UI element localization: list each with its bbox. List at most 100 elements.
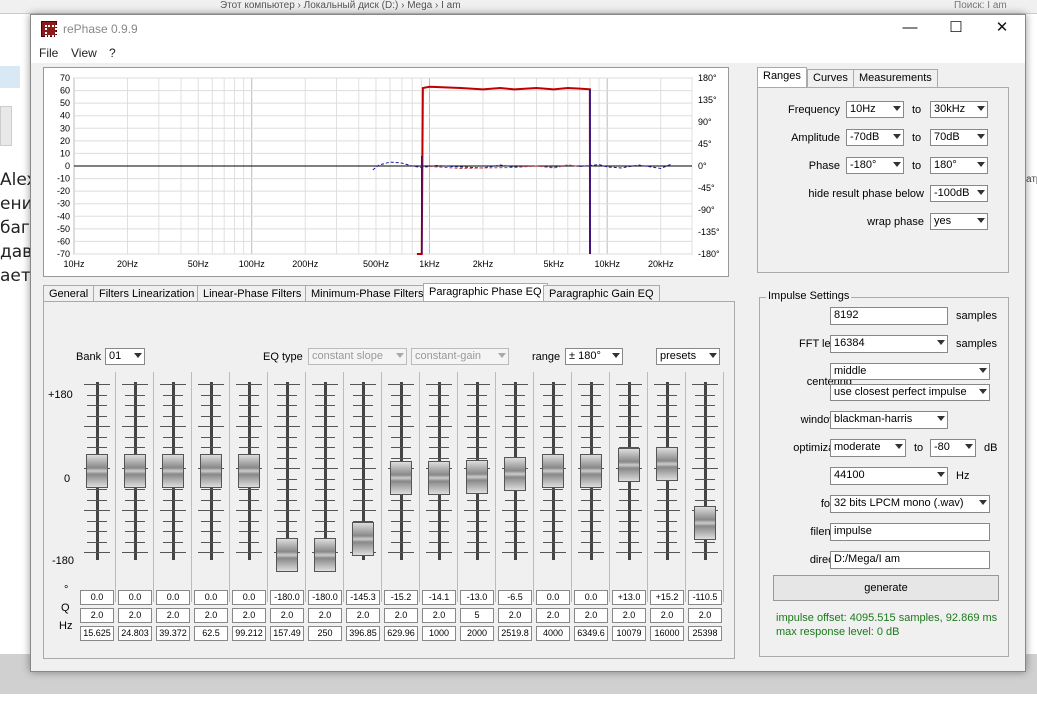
band-frequency-input[interactable]: 10079 [612,626,646,641]
slider-knob[interactable] [542,454,564,488]
tab-ranges[interactable]: Ranges [757,67,807,87]
band-frequency-input[interactable]: 2000 [460,626,494,641]
eq-band-slider[interactable] [154,372,192,602]
band-q-input[interactable]: 2.0 [80,608,114,623]
slider-knob[interactable] [124,454,146,488]
band-phase-input[interactable]: -14.1 [422,590,456,605]
eq-band-slider[interactable] [420,372,458,602]
band-q-input[interactable]: 2.0 [270,608,304,623]
slider-knob[interactable] [238,454,260,488]
optimization-level-select[interactable]: -80 [930,439,976,457]
eq-band-slider[interactable] [458,372,496,602]
band-phase-input[interactable]: -13.0 [460,590,494,605]
band-frequency-input[interactable]: 39.372 [156,626,190,641]
generate-button[interactable]: generate [773,575,999,601]
tab-measurements[interactable]: Measurements [853,69,938,87]
band-frequency-input[interactable]: 1000 [422,626,456,641]
band-q-input[interactable]: 2.0 [650,608,684,623]
eq-band-slider[interactable] [382,372,420,602]
slider-knob[interactable] [314,538,336,572]
slider-knob[interactable] [276,538,298,572]
band-frequency-input[interactable]: 62.5 [194,626,228,641]
band-frequency-input[interactable]: 24.803 [118,626,152,641]
band-frequency-input[interactable]: 15.625 [80,626,114,641]
centering-mode-select[interactable]: use closest perfect impulse [830,384,990,401]
phase-to-select[interactable]: 180° [930,157,988,174]
eq-band-slider[interactable] [78,372,116,602]
eq-band-slider[interactable] [572,372,610,602]
slider-knob[interactable] [200,454,222,488]
band-phase-input[interactable]: 0.0 [536,590,570,605]
band-frequency-input[interactable]: 6349.6 [574,626,608,641]
eq-band-slider[interactable] [192,372,230,602]
maximize-button[interactable]: ☐ [933,15,979,43]
band-frequency-input[interactable]: 2519.8 [498,626,532,641]
slider-knob[interactable] [656,446,678,481]
band-q-input[interactable]: 2.0 [498,608,532,623]
band-q-input[interactable]: 2.0 [536,608,570,623]
band-q-input[interactable]: 2.0 [346,608,380,623]
eq-band-slider[interactable] [534,372,572,602]
band-phase-input[interactable]: 0.0 [118,590,152,605]
band-q-input[interactable]: 2.0 [118,608,152,623]
slider-knob[interactable] [86,454,108,488]
eq-band-slider[interactable] [116,372,154,602]
bank-select[interactable]: 01 [105,348,145,365]
title-bar[interactable]: rePhase 0.9.9 — ☐ ✕ [31,15,1025,43]
band-phase-input[interactable]: -180.0 [270,590,304,605]
band-q-input[interactable]: 2.0 [422,608,456,623]
band-q-input[interactable]: 2.0 [612,608,646,623]
band-phase-input[interactable]: -15.2 [384,590,418,605]
eq-band-slider[interactable] [686,372,724,602]
amplitude-from-select[interactable]: -70dB [846,129,904,146]
band-phase-input[interactable]: 0.0 [156,590,190,605]
eq-band-slider[interactable] [344,372,382,602]
band-q-input[interactable]: 2.0 [194,608,228,623]
band-frequency-input[interactable]: 25398 [688,626,722,641]
menu-view[interactable]: View [71,46,97,60]
band-phase-input[interactable]: -145.3 [346,590,380,605]
eq-band-slider[interactable] [648,372,686,602]
rate-select[interactable]: 44100 [830,467,948,485]
band-phase-input[interactable]: -180.0 [308,590,342,605]
slider-knob[interactable] [618,447,640,482]
band-q-input[interactable]: 2.0 [156,608,190,623]
slider-knob[interactable] [428,460,450,495]
band-phase-input[interactable]: 0.0 [574,590,608,605]
hide-phase-select[interactable]: -100dB [930,185,988,202]
band-phase-input[interactable]: +15.2 [650,590,684,605]
eq-band-slider[interactable] [230,372,268,602]
menu-file[interactable]: File [39,46,58,60]
slider-knob[interactable] [466,460,488,495]
presets-select[interactable]: presets [656,348,720,365]
amplitude-to-select[interactable]: 70dB [930,129,988,146]
band-frequency-input[interactable]: 16000 [650,626,684,641]
frequency-to-select[interactable]: 30kHz [930,101,988,118]
windowing-select[interactable]: blackman-harris [830,411,948,429]
band-phase-input[interactable]: +13.0 [612,590,646,605]
filename-input[interactable]: impulse [830,523,990,541]
tab-paragraphic-phase-eq[interactable]: Paragraphic Phase EQ [423,283,548,303]
close-button[interactable]: ✕ [979,15,1025,43]
directory-input[interactable]: D:/Mega/I am [830,551,990,569]
menu-help[interactable]: ? [109,46,116,60]
slider-knob[interactable] [162,454,184,488]
band-q-input[interactable]: 2.0 [232,608,266,623]
wrap-phase-select[interactable]: yes [930,213,988,230]
band-frequency-input[interactable]: 629.96 [384,626,418,641]
fft-length-select[interactable]: 16384 [830,335,948,353]
band-frequency-input[interactable]: 157.49 [270,626,304,641]
band-frequency-input[interactable]: 99.212 [232,626,266,641]
optimization-select[interactable]: moderate [830,439,906,457]
eq-band-slider[interactable] [610,372,648,602]
band-phase-input[interactable]: 0.0 [232,590,266,605]
slider-knob[interactable] [390,461,412,496]
tab-curves[interactable]: Curves [807,69,854,87]
band-q-input[interactable]: 2.0 [574,608,608,623]
band-q-input[interactable]: 2.0 [308,608,342,623]
slider-knob[interactable] [504,457,526,492]
phase-from-select[interactable]: -180° [846,157,904,174]
slider-knob[interactable] [580,454,602,488]
slider-knob[interactable] [694,505,716,540]
band-frequency-input[interactable]: 396.85 [346,626,380,641]
